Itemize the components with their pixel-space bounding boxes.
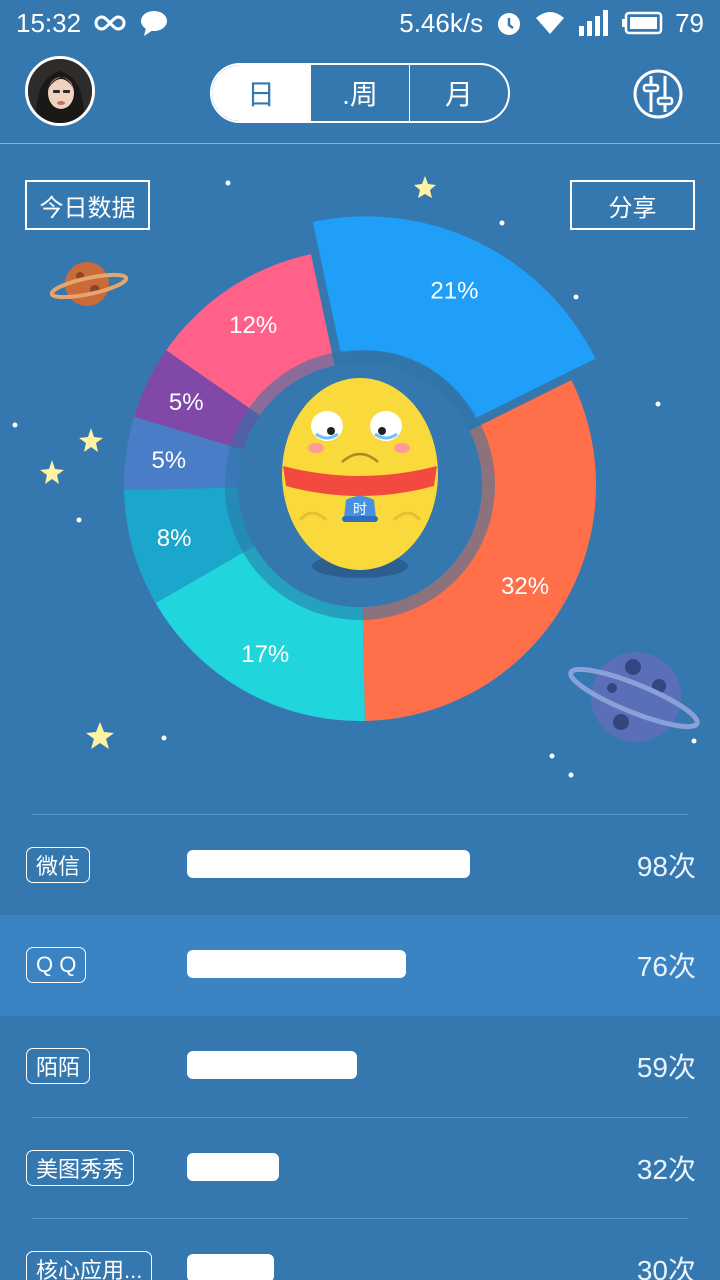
tab-week[interactable]: .周	[311, 65, 410, 121]
period-tabs: 日 .周 月	[210, 63, 510, 123]
alarm-icon	[495, 9, 523, 37]
app-name-tag: Q Q	[26, 947, 87, 983]
tab-month[interactable]: 月	[410, 65, 508, 121]
app-name-tag: 微信	[26, 847, 91, 883]
usage-count: 30次	[636, 1255, 696, 1280]
battery-icon	[621, 11, 663, 35]
slice-label: 8%	[157, 525, 192, 552]
list-item[interactable]: 微信 98次	[26, 814, 696, 915]
planet-large-icon	[568, 652, 700, 742]
list-item[interactable]: 陌陌 59次	[26, 1016, 696, 1117]
app-name-tag: 陌陌	[26, 1048, 91, 1084]
slice-label: 32%	[501, 573, 549, 600]
usage-bar	[187, 850, 470, 878]
status-left: 15:32	[16, 8, 169, 39]
usage-count: 98次	[636, 851, 696, 882]
settings-sliders-icon[interactable]	[632, 68, 684, 120]
star-icon	[86, 722, 114, 749]
star-icon	[40, 460, 64, 484]
header: 日 .周 月	[0, 56, 720, 144]
star-icon	[414, 176, 436, 198]
usage-list: 微信 98次 Q Q 76次 陌陌 59次 美图秀秀 32次 核心应用... 3…	[0, 814, 720, 1280]
star-dot	[655, 401, 661, 407]
usage-bar	[187, 1153, 279, 1181]
infinity-icon	[93, 13, 127, 33]
star-dot	[76, 517, 82, 523]
star-dot	[573, 294, 579, 300]
list-item[interactable]: Q Q 76次	[0, 915, 720, 1016]
star-dot	[499, 220, 505, 226]
slice-label: 17%	[241, 641, 289, 668]
star-dot	[12, 422, 18, 428]
usage-bar	[187, 1254, 274, 1280]
app-name-tag: 美图秀秀	[26, 1150, 135, 1186]
list-item[interactable]: 核心应用... 30次	[26, 1218, 696, 1280]
star-dot	[161, 735, 167, 741]
star-dot	[568, 772, 574, 778]
star-dot	[549, 753, 555, 759]
star-icon	[79, 428, 103, 452]
network-speed: 5.46k/s	[399, 7, 484, 38]
usage-bar	[187, 950, 406, 978]
usage-donut-chart: 21% 32% 17% 8% 5% 5% 12% 时	[12, 176, 700, 778]
star-dot	[225, 180, 231, 186]
status-bar: 15:32 5.46k/s 79	[0, 0, 720, 46]
signal-icon	[577, 10, 609, 36]
usage-bar	[187, 1051, 357, 1079]
usage-count: 32次	[636, 1154, 696, 1185]
chat-bubble-icon	[139, 9, 169, 37]
planet-small-icon	[49, 262, 129, 306]
usage-count: 59次	[636, 1052, 696, 1083]
usage-count: 76次	[636, 951, 696, 982]
battery-level: 79	[675, 7, 704, 38]
status-right: 5.46k/s 79	[399, 8, 704, 39]
status-time: 15:32	[16, 7, 82, 38]
slice-label: 12%	[229, 312, 277, 339]
star-dot	[691, 738, 697, 744]
app-name-tag: 核心应用...	[26, 1251, 153, 1280]
tab-day[interactable]: 日	[212, 65, 311, 121]
wifi-icon	[535, 10, 565, 36]
list-item[interactable]: 美图秀秀 32次	[26, 1117, 696, 1218]
mascot-badge-text: 时	[353, 501, 367, 517]
avatar[interactable]	[25, 56, 95, 126]
slice-label: 5%	[151, 447, 186, 474]
slice-label: 21%	[430, 278, 478, 305]
slice-label: 5%	[169, 389, 204, 416]
